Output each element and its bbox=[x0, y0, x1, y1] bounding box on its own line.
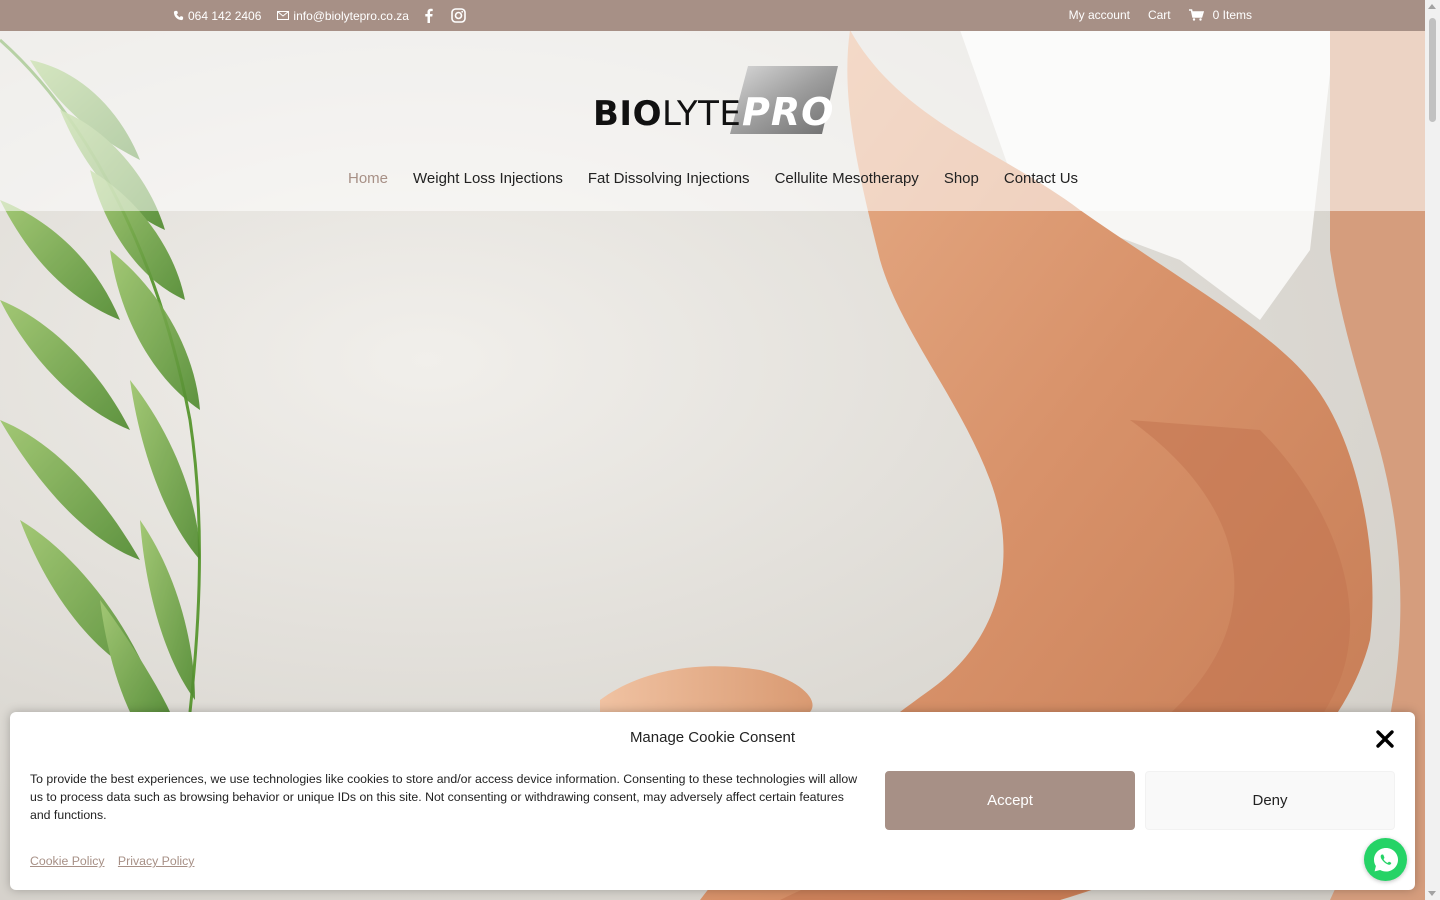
close-cookie-banner-button[interactable] bbox=[1375, 729, 1395, 749]
privacy-policy-link[interactable]: Privacy Policy bbox=[118, 854, 195, 868]
scroll-down-arrow[interactable] bbox=[1428, 891, 1436, 896]
instagram-icon bbox=[451, 8, 466, 23]
cookie-banner-title: Manage Cookie Consent bbox=[629, 729, 796, 746]
accept-cookies-button[interactable]: Accept bbox=[885, 771, 1135, 830]
cart-icon bbox=[1188, 9, 1204, 21]
close-icon bbox=[1376, 730, 1394, 748]
nav-item-cellulite-mesotherapy[interactable]: Cellulite Mesotherapy bbox=[775, 170, 919, 187]
main-nav: Home Weight Loss Injections Fat Dissolvi… bbox=[348, 170, 1103, 187]
nav-item-fat-dissolving-injections[interactable]: Fat Dissolving Injections bbox=[588, 170, 750, 187]
cookie-policy-link[interactable]: Cookie Policy bbox=[30, 854, 105, 868]
envelope-icon bbox=[277, 11, 290, 20]
nav-item-contact-us[interactable]: Contact Us bbox=[1004, 170, 1078, 187]
cookie-banner-message: To provide the best experiences, we use … bbox=[30, 772, 858, 822]
email-link[interactable]: info@biolytepro.co.za bbox=[277, 9, 409, 23]
email-address: info@biolytepro.co.za bbox=[293, 8, 409, 23]
instagram-link[interactable] bbox=[451, 8, 466, 23]
facebook-link[interactable] bbox=[425, 8, 433, 23]
cookie-policy-links: Cookie Policy Privacy Policy bbox=[30, 854, 204, 868]
cart-link[interactable]: Cart bbox=[1148, 8, 1171, 22]
logo-wordmark: BIOLYTE bbox=[593, 94, 742, 134]
logo-pro-text: PRO bbox=[742, 90, 835, 134]
scrollbar-thumb[interactable] bbox=[1429, 18, 1436, 122]
site-header: BIOLYTE PRO Home Weight Loss Injections … bbox=[0, 31, 1425, 211]
facebook-icon bbox=[425, 8, 433, 23]
phone-number: 064 142 2406 bbox=[188, 8, 262, 23]
scroll-up-arrow[interactable] bbox=[1428, 4, 1436, 9]
my-account-link[interactable]: My account bbox=[1069, 8, 1130, 22]
site-logo[interactable]: BIOLYTE PRO bbox=[592, 64, 840, 134]
whatsapp-icon bbox=[1373, 847, 1398, 871]
whatsapp-chat-button[interactable] bbox=[1364, 838, 1407, 881]
top-bar: 064 142 2406 info@biolytepro.co.za My ac… bbox=[0, 0, 1425, 31]
deny-cookies-button[interactable]: Deny bbox=[1145, 771, 1395, 830]
phone-icon bbox=[173, 10, 184, 21]
nav-item-home[interactable]: Home bbox=[348, 170, 388, 187]
cart-items-link[interactable]: 0 Items bbox=[1188, 8, 1252, 22]
phone-link[interactable]: 064 142 2406 bbox=[173, 9, 261, 23]
cookie-consent-banner: Manage Cookie Consent To provide the bes… bbox=[10, 712, 1415, 890]
cart-items-count: 0 Items bbox=[1212, 8, 1252, 22]
nav-item-weight-loss-injections[interactable]: Weight Loss Injections bbox=[413, 170, 563, 187]
page-scrollbar[interactable] bbox=[1425, 0, 1440, 900]
nav-item-shop[interactable]: Shop bbox=[944, 170, 979, 187]
